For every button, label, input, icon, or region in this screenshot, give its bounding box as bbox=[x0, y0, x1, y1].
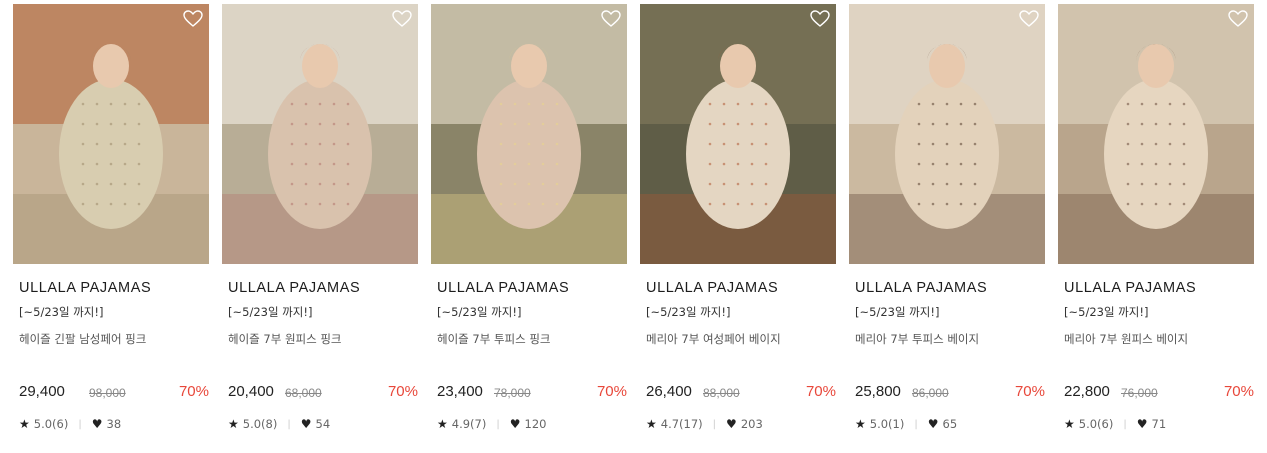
divider: | bbox=[287, 418, 291, 430]
sale-price: 22,800 bbox=[1064, 383, 1110, 400]
like-count: 120 bbox=[524, 417, 547, 431]
promo-text: [~5/23일 까지!] bbox=[19, 305, 104, 319]
product-name[interactable]: 헤이즐 긴팔 남성페어 핑크 bbox=[19, 331, 146, 347]
discount-rate: 70% bbox=[387, 383, 418, 400]
product-name[interactable]: 메리아 7부 여성페어 베이지 bbox=[646, 331, 781, 347]
star-icon: ★ bbox=[1064, 417, 1075, 431]
divider: | bbox=[496, 418, 500, 430]
original-price: 68,000 bbox=[285, 386, 322, 400]
original-price: 76,000 bbox=[1121, 386, 1158, 400]
review-like-row: ★ 5.0(6) | ♥ 38 bbox=[19, 417, 121, 431]
promo-text: [~5/23일 까지!] bbox=[1064, 305, 1149, 319]
heart-icon: ♥ bbox=[927, 417, 939, 431]
discount-rate: 70% bbox=[596, 383, 627, 400]
heart-icon: ♥ bbox=[509, 417, 521, 431]
like-count: 203 bbox=[740, 417, 763, 431]
product-image[interactable] bbox=[849, 4, 1045, 264]
product-image[interactable] bbox=[1058, 4, 1254, 264]
divider: | bbox=[914, 418, 918, 430]
rating-text: 5.0(1) bbox=[869, 417, 905, 431]
original-price: 86,000 bbox=[912, 386, 949, 400]
rating-text: 5.0(6) bbox=[1078, 417, 1114, 431]
wishlist-heart-icon[interactable] bbox=[392, 10, 412, 28]
product-name[interactable]: 헤이즐 7부 투피스 핑크 bbox=[437, 331, 551, 347]
product-photo bbox=[222, 4, 418, 264]
sale-price: 26,400 bbox=[646, 383, 692, 400]
wishlist-heart-icon[interactable] bbox=[183, 10, 203, 28]
product-image[interactable] bbox=[640, 4, 836, 264]
star-icon: ★ bbox=[228, 417, 239, 431]
divider: | bbox=[78, 418, 82, 430]
review-like-row: ★ 5.0(6) | ♥ 71 bbox=[1064, 417, 1166, 431]
product-grid: ULLALA PAJAMAS [~5/23일 까지!] 헤이즐 긴팔 남성페어 … bbox=[0, 0, 1267, 453]
product-image[interactable] bbox=[13, 4, 209, 264]
divider: | bbox=[712, 418, 717, 430]
sale-price: 23,400 bbox=[437, 383, 483, 400]
product-card[interactable]: ULLALA PAJAMAS [~5/23일 까지!] 메리아 7부 원피스 베… bbox=[1058, 4, 1254, 444]
product-image[interactable] bbox=[222, 4, 418, 264]
brand-name[interactable]: ULLALA PAJAMAS bbox=[437, 280, 569, 296]
review-like-row: ★ 5.0(1) | ♥ 65 bbox=[855, 417, 957, 431]
discount-rate: 70% bbox=[1014, 383, 1045, 400]
product-card[interactable]: ULLALA PAJAMAS [~5/23일 까지!] 헤이즐 긴팔 남성페어 … bbox=[13, 4, 209, 444]
star-icon: ★ bbox=[19, 417, 30, 431]
like-count: 38 bbox=[106, 417, 122, 431]
star-icon: ★ bbox=[437, 417, 448, 431]
product-photo bbox=[640, 4, 836, 264]
sale-price: 25,800 bbox=[855, 383, 901, 400]
discount-rate: 70% bbox=[805, 383, 836, 400]
review-like-row: ★ 4.7(17) | ♥ 203 bbox=[646, 417, 763, 431]
wishlist-heart-icon[interactable] bbox=[810, 10, 830, 28]
rating-text: 4.9(7) bbox=[451, 417, 487, 431]
product-image[interactable] bbox=[431, 4, 627, 264]
product-card[interactable]: ULLALA PAJAMAS [~5/23일 까지!] 헤이즐 7부 투피스 핑… bbox=[431, 4, 627, 444]
brand-name[interactable]: ULLALA PAJAMAS bbox=[228, 280, 360, 296]
wishlist-heart-icon[interactable] bbox=[1019, 10, 1039, 28]
wishlist-heart-icon[interactable] bbox=[601, 10, 621, 28]
review-like-row: ★ 5.0(8) | ♥ 54 bbox=[228, 417, 330, 431]
heart-icon: ♥ bbox=[91, 417, 103, 431]
divider: | bbox=[1123, 418, 1127, 430]
like-count: 71 bbox=[1151, 417, 1167, 431]
rating-text: 5.0(6) bbox=[33, 417, 69, 431]
star-icon: ★ bbox=[855, 417, 866, 431]
product-name[interactable]: 헤이즐 7부 원피스 핑크 bbox=[228, 331, 342, 347]
star-icon: ★ bbox=[646, 417, 657, 431]
like-count: 54 bbox=[315, 417, 331, 431]
promo-text: [~5/23일 까지!] bbox=[646, 305, 731, 319]
brand-name[interactable]: ULLALA PAJAMAS bbox=[19, 280, 151, 296]
promo-text: [~5/23일 까지!] bbox=[437, 305, 522, 319]
brand-name[interactable]: ULLALA PAJAMAS bbox=[855, 280, 987, 296]
original-price: 98,000 bbox=[89, 386, 126, 400]
product-name[interactable]: 메리아 7부 원피스 베이지 bbox=[1064, 331, 1188, 347]
rating-text: 4.7(17) bbox=[660, 417, 703, 431]
promo-text: [~5/23일 까지!] bbox=[855, 305, 940, 319]
like-count: 65 bbox=[942, 417, 958, 431]
product-photo bbox=[1058, 4, 1254, 264]
product-card[interactable]: ULLALA PAJAMAS [~5/23일 까지!] 메리아 7부 여성페어 … bbox=[640, 4, 836, 444]
heart-icon: ♥ bbox=[1136, 417, 1148, 431]
sale-price: 29,400 bbox=[19, 383, 65, 400]
sale-price: 20,400 bbox=[228, 383, 274, 400]
brand-name[interactable]: ULLALA PAJAMAS bbox=[1064, 280, 1196, 296]
original-price: 88,000 bbox=[703, 386, 740, 400]
brand-name[interactable]: ULLALA PAJAMAS bbox=[646, 280, 778, 296]
product-photo bbox=[849, 4, 1045, 264]
heart-icon: ♥ bbox=[726, 417, 737, 431]
promo-text: [~5/23일 까지!] bbox=[228, 305, 313, 319]
product-photo bbox=[431, 4, 627, 264]
product-photo bbox=[13, 4, 209, 264]
wishlist-heart-icon[interactable] bbox=[1228, 10, 1248, 28]
product-name[interactable]: 메리아 7부 투피스 베이지 bbox=[855, 331, 979, 347]
discount-rate: 70% bbox=[1223, 383, 1254, 400]
review-like-row: ★ 4.9(7) | ♥ 120 bbox=[437, 417, 546, 431]
discount-rate: 70% bbox=[178, 383, 209, 400]
product-card[interactable]: ULLALA PAJAMAS [~5/23일 까지!] 헤이즐 7부 원피스 핑… bbox=[222, 4, 418, 444]
heart-icon: ♥ bbox=[300, 417, 312, 431]
product-card[interactable]: ULLALA PAJAMAS [~5/23일 까지!] 메리아 7부 투피스 베… bbox=[849, 4, 1045, 444]
rating-text: 5.0(8) bbox=[242, 417, 278, 431]
original-price: 78,000 bbox=[494, 386, 531, 400]
